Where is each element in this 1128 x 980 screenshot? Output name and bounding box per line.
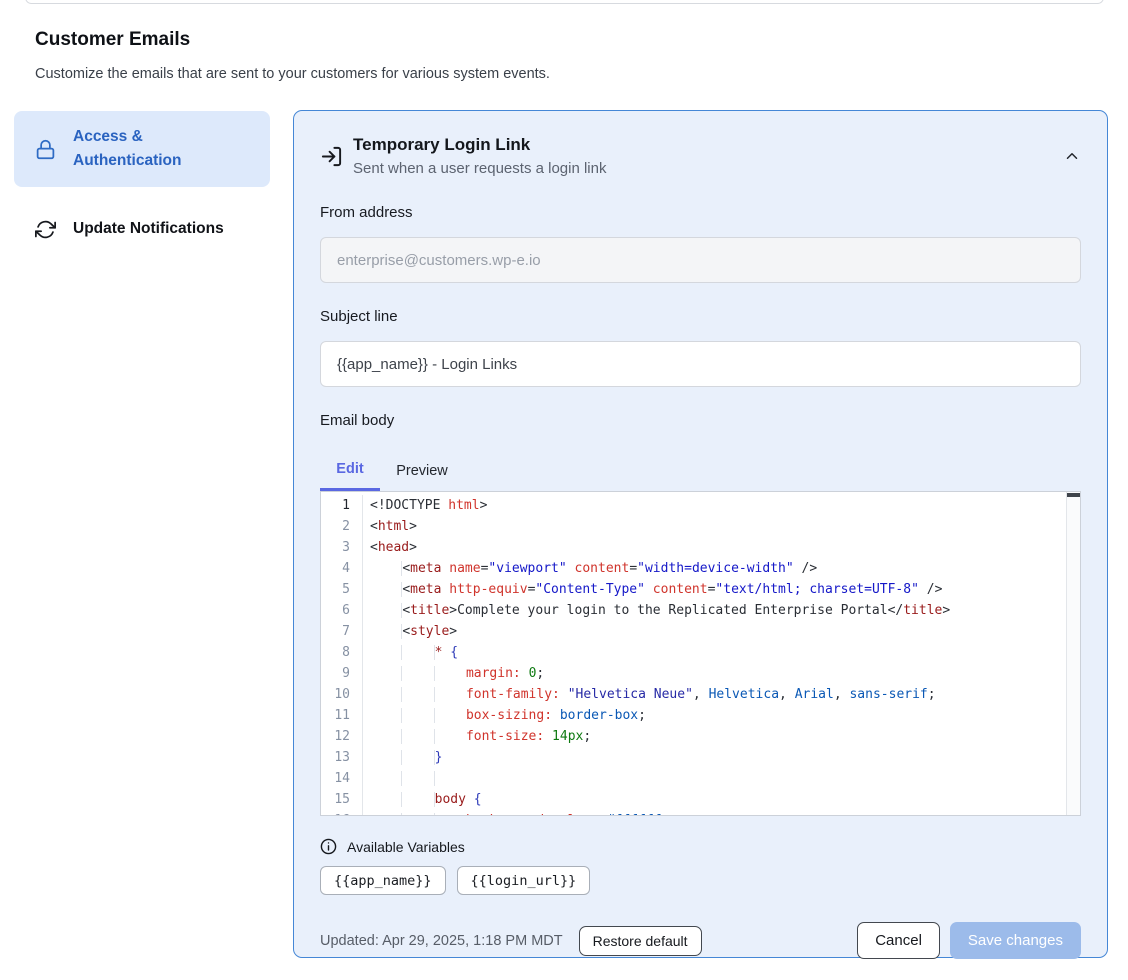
code-line[interactable]: 12 font-size: 14px;	[321, 726, 1080, 747]
line-number: 3	[321, 537, 363, 558]
email-types-sidebar: Access & Authentication Update Notificat…	[14, 111, 270, 247]
sidebar-item-label: Update Notifications	[73, 217, 233, 241]
restore-default-button[interactable]: Restore default	[579, 926, 702, 956]
variable-chips: {{app_name}} {{login_url}}	[320, 866, 1081, 895]
available-variables-label: Available Variables	[347, 839, 465, 855]
code-line[interactable]: 13 }	[321, 747, 1080, 768]
line-number: 11	[321, 705, 363, 726]
card-footer: Updated: Apr 29, 2025, 1:18 PM MDT Resto…	[320, 922, 1081, 959]
editor-scrollbar-thumb[interactable]	[1067, 493, 1080, 497]
line-number: 14	[321, 768, 363, 789]
card-subtitle: Sent when a user requests a login link	[353, 160, 606, 177]
lock-icon	[35, 138, 56, 161]
sidebar-item-update-notifications[interactable]: Update Notifications	[14, 211, 270, 247]
line-number: 15	[321, 789, 363, 810]
email-body-label: Email body	[320, 412, 1081, 429]
code-line[interactable]: 11 box-sizing: border-box;	[321, 705, 1080, 726]
variable-chip[interactable]: {{app_name}}	[320, 866, 446, 895]
editor-tabs: Edit Preview	[320, 450, 1081, 491]
updated-timestamp: Updated: Apr 29, 2025, 1:18 PM MDT	[320, 933, 563, 949]
code-line[interactable]: 7 <style>	[321, 621, 1080, 642]
card-title: Temporary Login Link	[353, 135, 606, 155]
code-line[interactable]: 6 <title>Complete your login to the Repl…	[321, 600, 1080, 621]
available-variables-header: Available Variables	[320, 838, 1081, 855]
code-line[interactable]: 9 margin: 0;	[321, 663, 1080, 684]
line-number: 10	[321, 684, 363, 705]
code-line[interactable]: 5 <meta http-equiv="Content-Type" conten…	[321, 579, 1080, 600]
login-icon	[320, 145, 343, 168]
card-header: Temporary Login Link Sent when a user re…	[320, 135, 1081, 177]
variable-chip[interactable]: {{login_url}}	[457, 866, 591, 895]
line-number: 13	[321, 747, 363, 768]
editor-scrollbar[interactable]	[1066, 492, 1080, 815]
code-line[interactable]: 8 * {	[321, 642, 1080, 663]
line-number: 8	[321, 642, 363, 663]
line-number: 6	[321, 600, 363, 621]
code-line[interactable]: 3<head>	[321, 537, 1080, 558]
temporary-login-link-card: Temporary Login Link Sent when a user re…	[293, 110, 1108, 958]
tab-edit[interactable]: Edit	[320, 450, 380, 491]
info-icon	[320, 838, 337, 855]
code-line[interactable]: 2<html>	[321, 516, 1080, 537]
code-line[interactable]: 14	[321, 768, 1080, 789]
refresh-icon	[35, 219, 56, 240]
from-address-label: From address	[320, 204, 1081, 221]
from-address-input[interactable]	[320, 237, 1081, 283]
line-number: 5	[321, 579, 363, 600]
card-header-text: Temporary Login Link Sent when a user re…	[353, 135, 606, 177]
line-number: 12	[321, 726, 363, 747]
tab-preview[interactable]: Preview	[380, 450, 464, 491]
code-line[interactable]: 10 font-family: "Helvetica Neue", Helvet…	[321, 684, 1080, 705]
subject-line-label: Subject line	[320, 308, 1081, 325]
page-title: Customer Emails	[35, 29, 190, 51]
chevron-up-icon[interactable]	[1063, 147, 1081, 165]
cancel-button[interactable]: Cancel	[857, 922, 940, 959]
line-number: 9	[321, 663, 363, 684]
line-number: 7	[321, 621, 363, 642]
save-changes-button[interactable]: Save changes	[950, 922, 1081, 959]
sidebar-item-label: Access & Authentication	[73, 125, 233, 173]
page-subtitle: Customize the emails that are sent to yo…	[35, 66, 550, 82]
email-body-code-editor[interactable]: 1<!DOCTYPE html>2<html>3<head>4 <meta na…	[320, 491, 1081, 816]
previous-card-bottom-edge	[25, 0, 1104, 4]
code-line[interactable]: 4 <meta name="viewport" content="width=d…	[321, 558, 1080, 579]
line-number: 1	[321, 495, 363, 516]
code-line[interactable]: 1<!DOCTYPE html>	[321, 495, 1080, 516]
code-lines: 1<!DOCTYPE html>2<html>3<head>4 <meta na…	[321, 492, 1080, 816]
line-number: 16	[321, 810, 363, 816]
sidebar-item-access-authentication[interactable]: Access & Authentication	[14, 111, 270, 187]
subject-line-input[interactable]	[320, 341, 1081, 387]
code-line[interactable]: 16 background-color: #ffffff;	[321, 810, 1080, 816]
line-number: 4	[321, 558, 363, 579]
line-number: 2	[321, 516, 363, 537]
code-line[interactable]: 15 body {	[321, 789, 1080, 810]
